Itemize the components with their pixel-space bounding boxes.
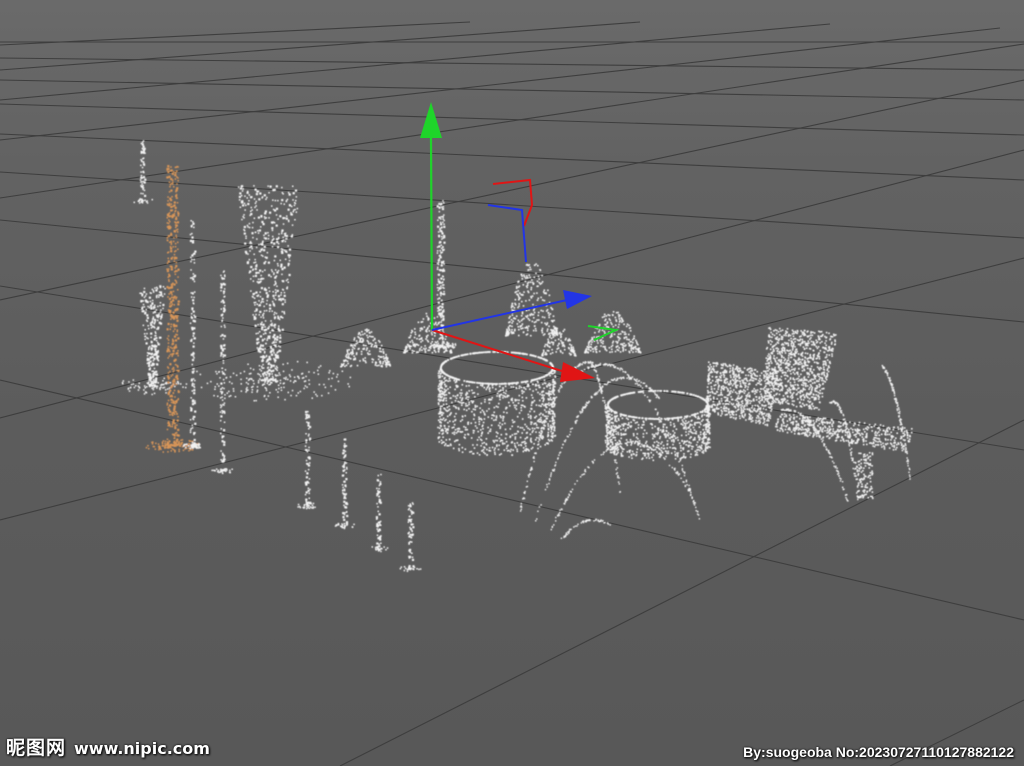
grid-line	[0, 43, 1024, 199]
gizmo-y-axis[interactable]	[429, 137, 434, 331]
water-curtain[interactable]	[704, 361, 778, 427]
fountain-jet[interactable]	[399, 502, 422, 572]
move-gizmo[interactable]	[420, 102, 620, 382]
viewport-scene[interactable]	[0, 0, 1024, 766]
grid-line	[0, 379, 1024, 621]
fountain-jet[interactable]	[133, 140, 154, 204]
fountain-dome[interactable]	[541, 327, 577, 357]
grid-line	[0, 103, 1024, 136]
water-arc[interactable]	[829, 400, 859, 501]
watermark-site: 昵图网 www.nipic.com	[6, 733, 210, 760]
floor-grid	[0, 21, 1024, 766]
fountain-jet[interactable]	[334, 438, 355, 530]
grid-line	[339, 419, 1024, 766]
watermark-url: www.nipic.com	[74, 739, 210, 758]
move-gizmo-y-arrow-icon[interactable]	[420, 102, 442, 138]
fountain-ring[interactable]	[604, 390, 711, 462]
3d-viewport[interactable]: 昵图网 www.nipic.com By:suogeoba No:2023072…	[0, 0, 1024, 766]
fountain-dome[interactable]	[340, 328, 391, 368]
plane-handle-icon[interactable]	[487, 204, 527, 263]
fountain-jet[interactable]	[297, 410, 316, 510]
grid-line	[0, 133, 1024, 181]
move-gizmo-z-arrow-icon[interactable]	[563, 290, 592, 309]
water-curtain[interactable]	[763, 327, 837, 411]
move-gizmo-x-arrow-icon[interactable]	[560, 362, 595, 382]
watermark-logo: 昵图网	[6, 737, 67, 759]
watermark-credit: By:suogeoba No:20230727110127882122	[743, 744, 1014, 760]
fountain-jet[interactable]	[191, 185, 352, 402]
fountain-jet[interactable]	[371, 473, 389, 553]
fountain-jet[interactable]	[183, 220, 201, 450]
water-arc[interactable]	[881, 364, 911, 480]
grid-line	[0, 57, 1024, 71]
